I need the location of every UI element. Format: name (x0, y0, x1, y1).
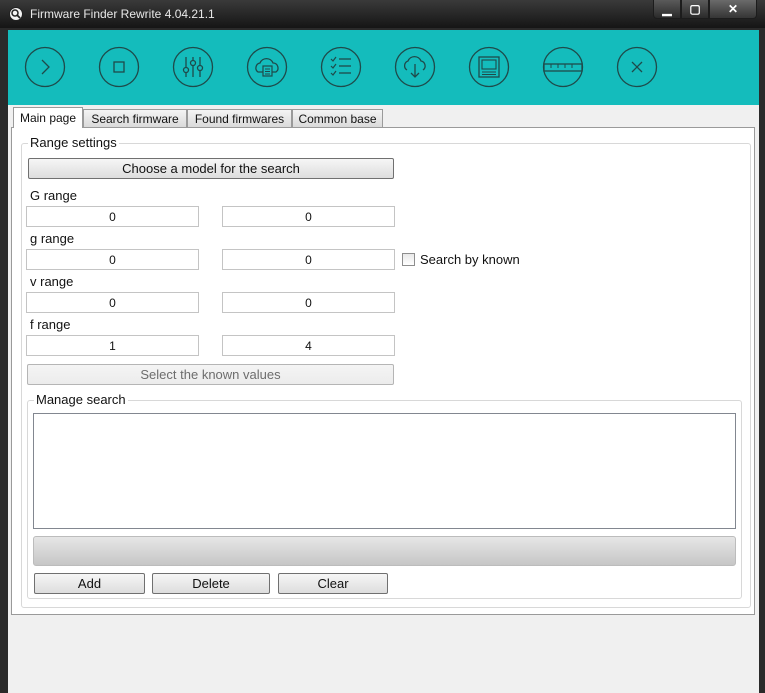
button-label: Delete (192, 576, 230, 591)
clear-button[interactable]: Clear (278, 573, 388, 594)
app-icon (8, 6, 24, 22)
tab-search-firmware[interactable]: Search firmware (83, 109, 187, 127)
g-lower-range-label: g range (30, 231, 75, 246)
f-range-label: f range (30, 317, 71, 332)
tab-label: Common base (298, 111, 377, 126)
tab-found-firmwares[interactable]: Found firmwares (187, 109, 292, 127)
cloud-list-icon[interactable] (246, 46, 288, 88)
news-icon[interactable] (468, 46, 510, 88)
v-range-from-field[interactable]: 0 (26, 292, 199, 313)
v-range-to-field[interactable]: 0 (222, 292, 395, 313)
close-icon[interactable] (616, 46, 658, 88)
g-upper-range-label: G range (30, 188, 77, 203)
tab-main-page[interactable]: Main page (13, 107, 83, 128)
tab-label: Main page (19, 111, 77, 125)
toolbar (8, 30, 759, 105)
tab-label: Search firmware (91, 111, 179, 126)
tab-label: Found firmwares (194, 111, 285, 126)
g-lower-range-from-field[interactable]: 0 (26, 249, 199, 270)
g-upper-range-from-field[interactable]: 0 (26, 206, 199, 227)
minimize-button[interactable]: ▁ (653, 0, 681, 19)
search-by-known-label: Search by known (420, 252, 520, 267)
minimize-icon: ▁ (662, 2, 672, 16)
manage-search-group: Manage search Add Delete Clear (27, 392, 742, 599)
manage-search-title: Manage search (34, 392, 128, 407)
maximize-icon: ▢ (689, 2, 701, 16)
window-title: Firmware Finder Rewrite 4.04.21.1 (30, 7, 215, 21)
ruler-icon[interactable] (542, 46, 584, 88)
f-range-from-field[interactable]: 1 (26, 335, 199, 356)
f-range-to-field[interactable]: 4 (222, 335, 395, 356)
stop-icon[interactable] (98, 46, 140, 88)
g-lower-range-to-field[interactable]: 0 (222, 249, 395, 270)
select-known-values-button[interactable]: Select the known values (27, 364, 394, 385)
tab-common-base[interactable]: Common base (292, 109, 383, 127)
v-range-label: v range (30, 274, 74, 289)
play-icon[interactable] (24, 46, 66, 88)
button-label: Choose a model for the search (122, 161, 300, 176)
checklist-icon[interactable] (320, 46, 362, 88)
close-window-button[interactable]: ✕ (709, 0, 757, 19)
search-by-known-checkbox[interactable] (402, 253, 415, 266)
settings-sliders-icon[interactable] (172, 46, 214, 88)
client-area: Main page Search firmware Found firmware… (8, 30, 759, 693)
close-window-icon: ✕ (727, 2, 739, 16)
choose-model-button[interactable]: Choose a model for the search (28, 158, 394, 179)
main-page-panel: Range settings Choose a model for the se… (11, 127, 755, 615)
add-button[interactable]: Add (34, 573, 145, 594)
maximize-button[interactable]: ▢ (681, 0, 709, 19)
search-list[interactable] (33, 413, 736, 529)
button-label: Select the known values (140, 367, 281, 382)
range-settings-group: Range settings Choose a model for the se… (21, 135, 751, 608)
cloud-download-icon[interactable] (394, 46, 436, 88)
button-label: Clear (317, 576, 349, 591)
button-label: Add (77, 576, 102, 591)
range-settings-title: Range settings (28, 135, 119, 150)
g-upper-range-to-field[interactable]: 0 (222, 206, 395, 227)
delete-button[interactable]: Delete (152, 573, 270, 594)
title-bar[interactable]: Firmware Finder Rewrite 4.04.21.1 ▁ ▢ ✕ (0, 0, 765, 28)
search-progress-bar (33, 536, 736, 566)
